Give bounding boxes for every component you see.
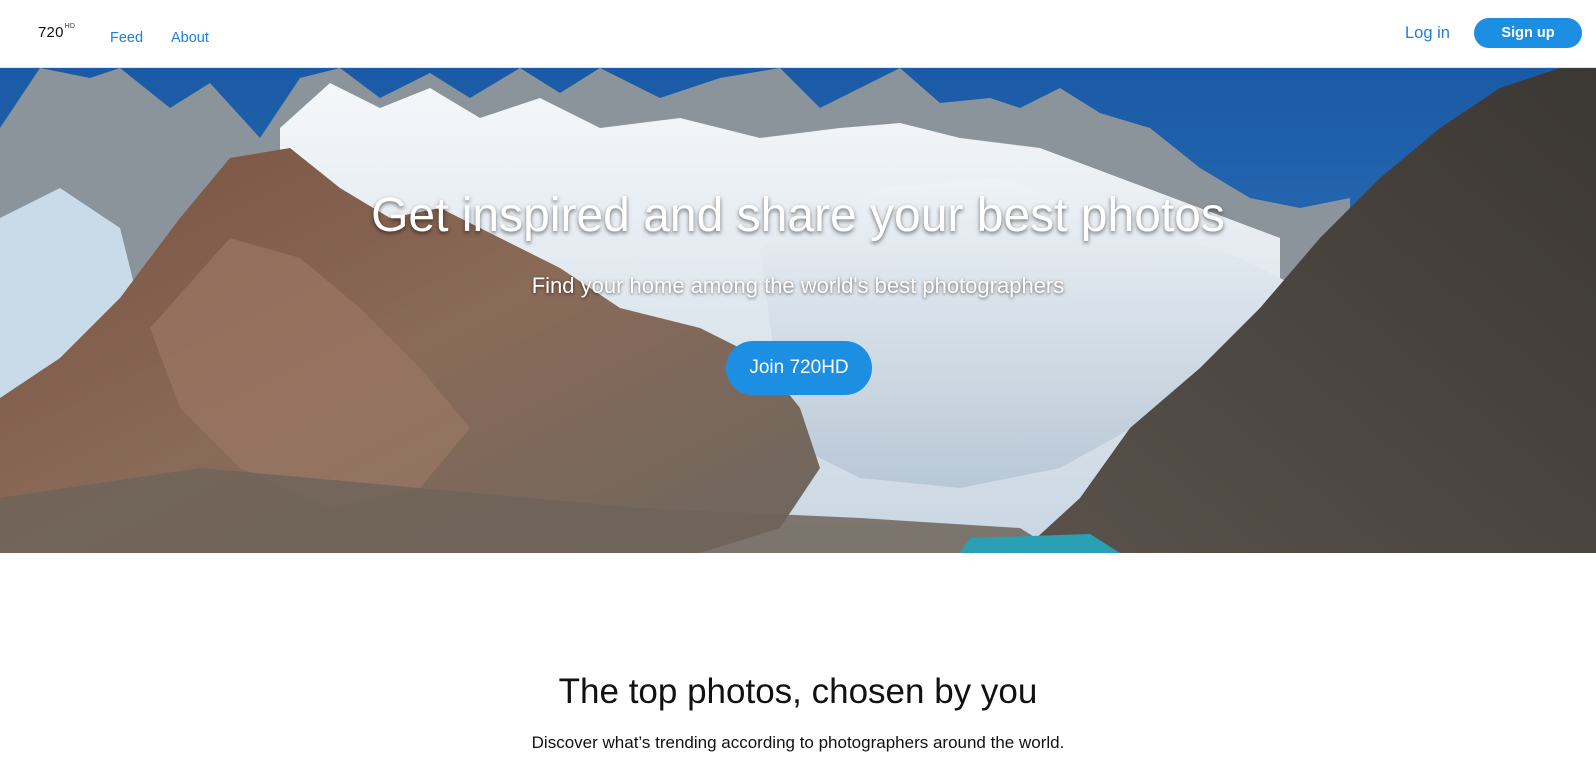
login-link[interactable]: Log in (1405, 24, 1450, 43)
nav-link-feed[interactable]: Feed (110, 30, 143, 46)
section-subtitle: Discover what’s trending according to ph… (531, 733, 1065, 752)
hero-title: Get inspired and share your best photos (371, 189, 1225, 242)
section-title: The top photos, chosen by you (558, 672, 1038, 711)
top-nav: 720HD Feed About Log in Sign up (0, 0, 1596, 68)
site-logo[interactable]: 720HD (38, 23, 76, 41)
nav-link-about[interactable]: About (171, 30, 209, 46)
join-button[interactable]: Join 720HD (726, 341, 872, 395)
hero-banner: Get inspired and share your best photos … (0, 68, 1596, 553)
signup-button[interactable]: Sign up (1474, 18, 1582, 48)
logo-superscript: HD (64, 23, 76, 30)
logo-text: 720 (38, 24, 64, 41)
hero-background-image (0, 68, 1596, 553)
hero-subtitle: Find your home among the world's best ph… (531, 273, 1065, 298)
